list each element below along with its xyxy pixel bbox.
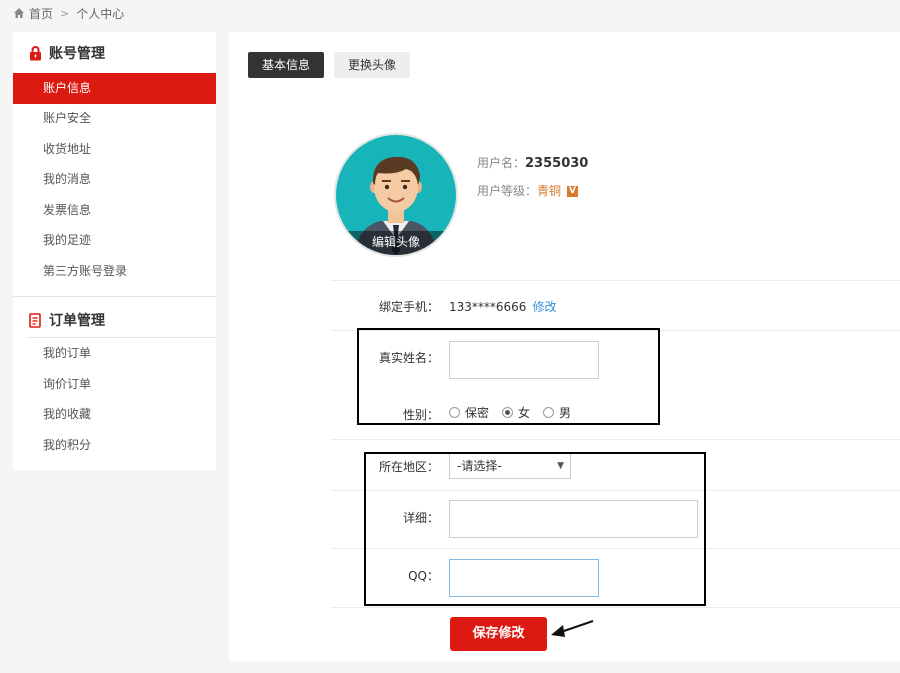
user-level-label: 用户等级： <box>477 184 538 198</box>
sidebar-item-messages[interactable]: 我的消息 <box>13 164 216 195</box>
sidebar-item-inquiry-orders[interactable]: 询价订单 <box>13 369 216 400</box>
breadcrumb-separator: > <box>60 6 70 20</box>
phone-label: 绑定手机： <box>378 300 439 314</box>
main-panel: 基本信息 更换头像 编辑头像 用户名：2355030 用户等级：青铜 V 绑定手… <box>229 32 900 661</box>
sidebar-item-address[interactable]: 收货地址 <box>13 134 216 165</box>
tab-change-avatar[interactable]: 更换头像 <box>334 52 410 78</box>
sidebar-item-favorites[interactable]: 我的收藏 <box>13 399 216 430</box>
tab-basic-info[interactable]: 基本信息 <box>248 52 324 78</box>
sidebar-item-third-party-login[interactable]: 第三方账号登录 <box>13 256 216 287</box>
username-row: 用户名：2355030 <box>477 154 588 171</box>
breadcrumb: 首页 > 个人中心 <box>13 5 124 21</box>
sidebar-item-account-info[interactable]: 账户信息 <box>13 73 216 104</box>
breadcrumb-current: 个人中心 <box>76 6 125 21</box>
highlight-box-region-qq <box>364 452 706 606</box>
vip-badge-icon: V <box>567 186 579 197</box>
user-level-row: 用户等级：青铜 V <box>477 182 579 199</box>
breadcrumb-home[interactable]: 首页 <box>29 5 53 22</box>
sidebar-group-account-title: 账号管理 <box>49 46 105 62</box>
phone-edit-link[interactable]: 修改 <box>532 300 556 314</box>
sidebar-group-account: 账号管理 <box>29 43 105 63</box>
divider <box>331 280 900 281</box>
sidebar: 账号管理 账户信息 账户安全 收货地址 我的消息 发票信息 我的足迹 第三方账号… <box>13 32 217 470</box>
sidebar-item-points[interactable]: 我的积分 <box>13 430 216 461</box>
username-label: 用户名： <box>477 156 526 170</box>
highlight-box-name-gender <box>357 328 660 425</box>
sidebar-group-orders: 订单管理 <box>29 310 105 330</box>
sidebar-item-account-security[interactable]: 账户安全 <box>13 103 216 134</box>
home-icon <box>14 8 24 18</box>
lock-icon <box>30 45 41 60</box>
phone-row: 133****6666 修改 <box>449 298 556 315</box>
username-value: 2355030 <box>525 156 589 171</box>
divider <box>331 439 900 440</box>
sidebar-item-my-orders[interactable]: 我的订单 <box>13 338 216 369</box>
sidebar-item-footprint[interactable]: 我的足迹 <box>13 225 216 256</box>
user-level-value: 青铜 <box>537 184 562 198</box>
avatar[interactable]: 编辑头像 <box>334 133 458 257</box>
sidebar-item-invoice[interactable]: 发票信息 <box>13 195 216 226</box>
divider <box>331 607 900 608</box>
save-button[interactable]: 保存修改 <box>450 617 547 651</box>
sidebar-group-orders-title: 订单管理 <box>49 313 105 329</box>
edit-avatar-button[interactable]: 编辑头像 <box>336 231 456 255</box>
order-icon <box>29 312 41 328</box>
sidebar-divider <box>13 296 216 297</box>
arrow-icon <box>551 620 594 637</box>
phone-value: 133****6666 <box>449 300 527 314</box>
